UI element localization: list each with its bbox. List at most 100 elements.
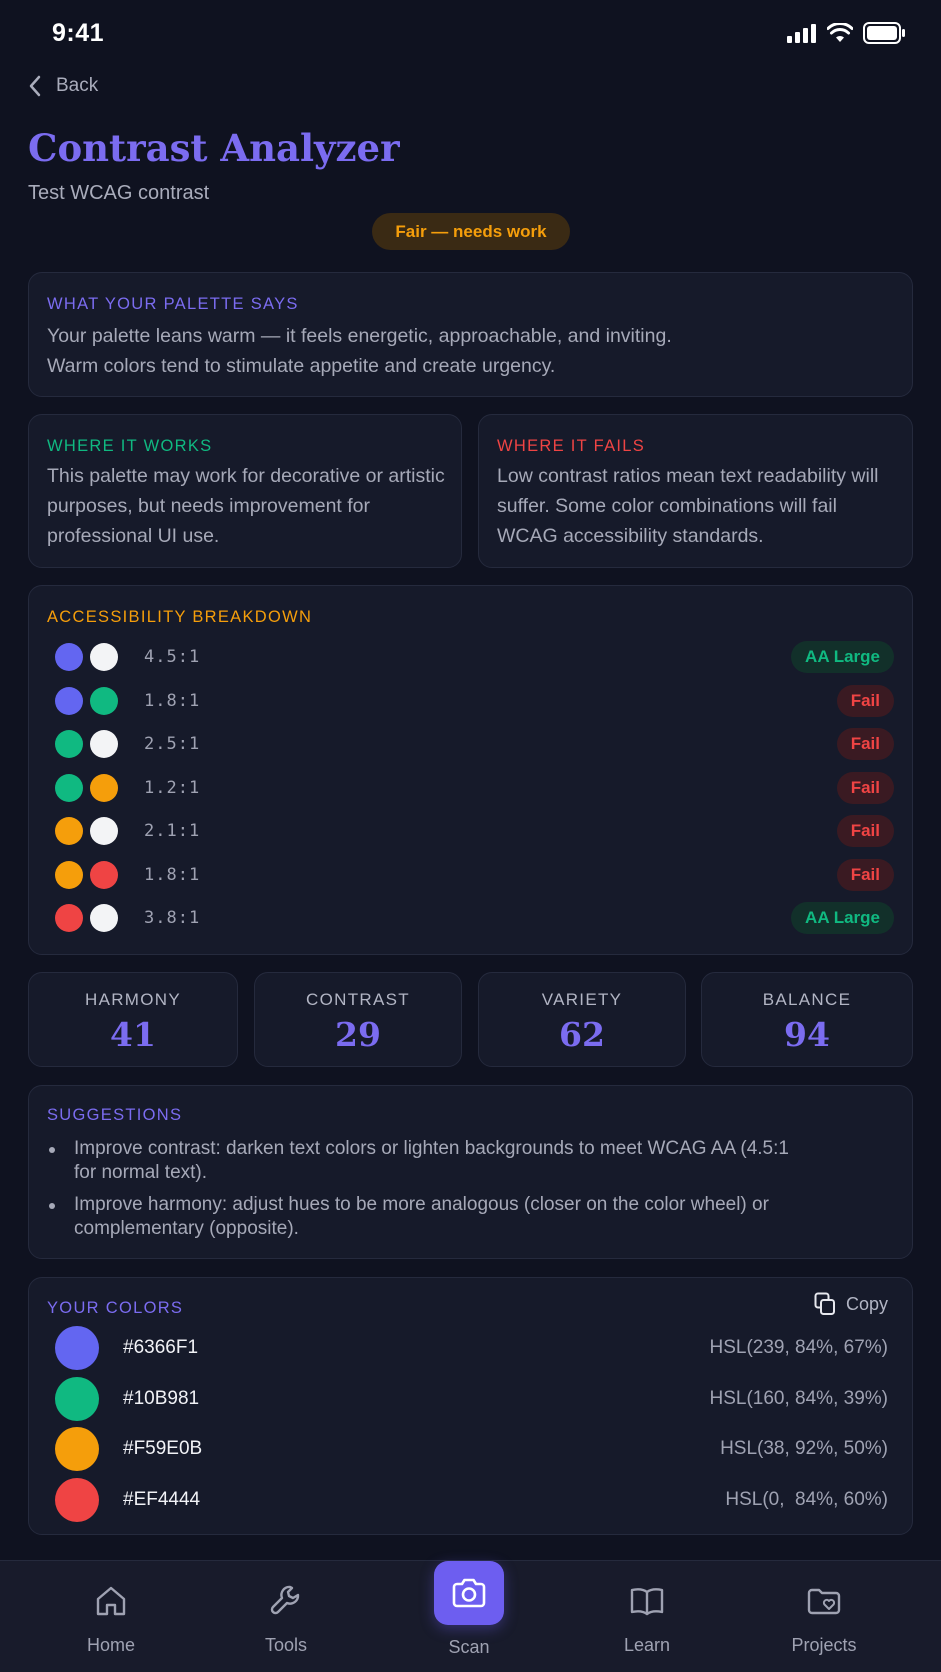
chevron-left-icon	[29, 75, 41, 97]
color-hsl: HSL(239, 84%, 67%)	[709, 1337, 889, 1358]
palette-says-line-1: Your palette leans warm — it feels energ…	[47, 325, 672, 347]
color-swatch	[55, 1427, 99, 1471]
status-bar: 9:41	[0, 0, 941, 66]
color-hex: #6366F1	[123, 1337, 199, 1358]
color-swatch	[55, 686, 83, 715]
score-label: HARMONY	[85, 990, 181, 1009]
suggestions-card: SUGGESTIONS Improve contrast: darken tex…	[28, 1085, 913, 1259]
wcag-result-badge: AA Large	[791, 902, 894, 934]
camera-icon	[452, 1578, 486, 1608]
color-swatch	[90, 643, 118, 671]
tab-scan[interactable]: Scan	[409, 1561, 529, 1672]
copy-icon	[814, 1292, 835, 1315]
accessibility-card: ACCESSIBILITY BREAKDOWN 4.5:1 AA Large 1.8…	[28, 585, 913, 955]
battery-icon	[863, 22, 905, 44]
color-hsl: HSL(38, 92%, 50%)	[720, 1438, 888, 1459]
color-hsl: HSL(0, 84%, 60%)	[725, 1488, 888, 1510]
contrast-pair-row: 3.8:1 AA Large	[55, 900, 894, 936]
contrast-ratio: 1.2:1	[144, 777, 201, 798]
score-label: VARIETY	[541, 990, 623, 1009]
color-swatch	[55, 1477, 99, 1522]
contrast-pair-row: 2.5:1 Fail	[55, 726, 894, 762]
contrast-ratio: 2.1:1	[144, 821, 201, 841]
copy-label: Copy	[845, 1293, 888, 1314]
where-it-fails-text: Low contrast ratios mean text readabilit…	[497, 465, 879, 547]
scan-button[interactable]	[434, 1561, 504, 1625]
book-icon	[630, 1588, 664, 1616]
color-row[interactable]: #10B981 HSL(160, 84%, 39%)	[55, 1376, 889, 1421]
color-row[interactable]: #F59E0B HSL(38, 92%, 50%)	[55, 1427, 888, 1471]
contrast-ratio: 1.8:1	[144, 864, 201, 885]
color-swatch	[90, 773, 118, 802]
signal-icon	[787, 24, 816, 43]
your-colors-card: YOUR COLORS Copy #6366F1 HSL(239, 84%, 67…	[28, 1277, 913, 1535]
color-swatch	[90, 817, 118, 845]
wcag-result-badge: AA Large	[791, 641, 894, 673]
tab-label: Scan	[448, 1637, 490, 1657]
color-swatch	[90, 904, 118, 932]
status-icons	[787, 22, 905, 44]
wcag-result-badge: Fail	[836, 815, 894, 847]
wcag-result-badge: Fail	[836, 728, 894, 760]
page-title: Contrast Analyzer	[28, 126, 400, 170]
tab-label: Tools	[264, 1635, 308, 1655]
contrast-ratio: 2.5:1	[144, 734, 201, 754]
accessibility-heading: ACCESSIBILITY BREAKDOWN	[47, 608, 313, 626]
contrast-pair-row: 2.1:1 Fail	[55, 813, 894, 849]
tab-projects[interactable]: Projects	[764, 1561, 884, 1672]
score-value: 29	[335, 1015, 381, 1054]
color-swatch	[55, 643, 83, 671]
where-it-works-card: WHERE IT WORKS This palette may work for…	[28, 414, 462, 568]
your-colors-heading: YOUR COLORS	[47, 1299, 184, 1317]
score-card-contrast: CONTRAST 29	[254, 972, 462, 1067]
wcag-result-badge: Fail	[836, 684, 894, 717]
color-swatch	[55, 730, 83, 758]
page-subtitle: Test WCAG contrast	[28, 182, 210, 204]
color-row[interactable]: #6366F1 HSL(239, 84%, 67%)	[55, 1326, 888, 1370]
home-icon	[96, 1586, 126, 1616]
wcag-result-badge: Fail	[836, 771, 894, 804]
score-value: 94	[784, 1015, 830, 1054]
color-swatch	[90, 686, 118, 715]
tab-label: Home	[86, 1635, 135, 1655]
tab-bar: Home Tools Scan Learn Projects	[0, 1560, 941, 1672]
color-swatch	[55, 904, 83, 932]
back-label: Back	[56, 75, 99, 96]
color-row[interactable]: #EF4444 HSL(0, 84%, 60%)	[55, 1477, 888, 1522]
score-label: BALANCE	[762, 990, 852, 1009]
copy-button[interactable]: Copy	[814, 1292, 888, 1316]
where-it-fails-heading: WHERE IT FAILS	[497, 437, 646, 455]
tab-tools[interactable]: Tools	[226, 1561, 346, 1672]
score-label: CONTRAST	[306, 990, 410, 1009]
suggestion-item: Improve contrast: darken text colors or …	[47, 1137, 807, 1185]
where-it-works-text: This palette may work for decorative or …	[47, 465, 445, 547]
palette-says-heading: WHAT YOUR PALETTE SAYS	[47, 295, 299, 313]
tab-home[interactable]: Home	[51, 1561, 171, 1672]
palette-says-card: WHAT YOUR PALETTE SAYS Your palette lean…	[28, 272, 913, 397]
suggestion-item: Improve harmony: adjust hues to be more …	[47, 1193, 837, 1241]
color-swatch	[90, 860, 118, 889]
where-it-works-heading: WHERE IT WORKS	[47, 437, 213, 455]
contrast-pair-row: 4.5:1 AA Large	[55, 639, 894, 675]
color-hsl: HSL(160, 84%, 39%)	[709, 1387, 889, 1409]
score-card-harmony: HARMONY 41	[28, 972, 238, 1067]
contrast-ratio: 1.8:1	[144, 690, 201, 711]
status-time: 9:41	[52, 18, 105, 47]
verdict-badge: Fair — needs work	[372, 213, 570, 250]
color-hex: #EF4444	[123, 1488, 201, 1510]
color-swatch	[55, 1376, 99, 1421]
wifi-icon	[827, 23, 853, 42]
suggestions-heading: SUGGESTIONS	[47, 1106, 183, 1124]
contrast-pair-row: 1.2:1 Fail	[55, 770, 894, 806]
folder-heart-icon	[807, 1588, 841, 1615]
color-swatch	[55, 773, 83, 802]
color-swatch	[55, 817, 83, 845]
palette-says-line-2: Warm colors tend to stimulate appetite a…	[47, 355, 556, 377]
tab-label: Projects	[791, 1635, 857, 1655]
tab-learn[interactable]: Learn	[587, 1561, 707, 1672]
color-hex: #10B981	[123, 1387, 200, 1409]
wcag-result-badge: Fail	[836, 858, 894, 891]
contrast-pair-row: 1.8:1 Fail	[55, 857, 894, 893]
wrench-icon	[270, 1585, 300, 1615]
back-button[interactable]: Back	[28, 68, 98, 104]
